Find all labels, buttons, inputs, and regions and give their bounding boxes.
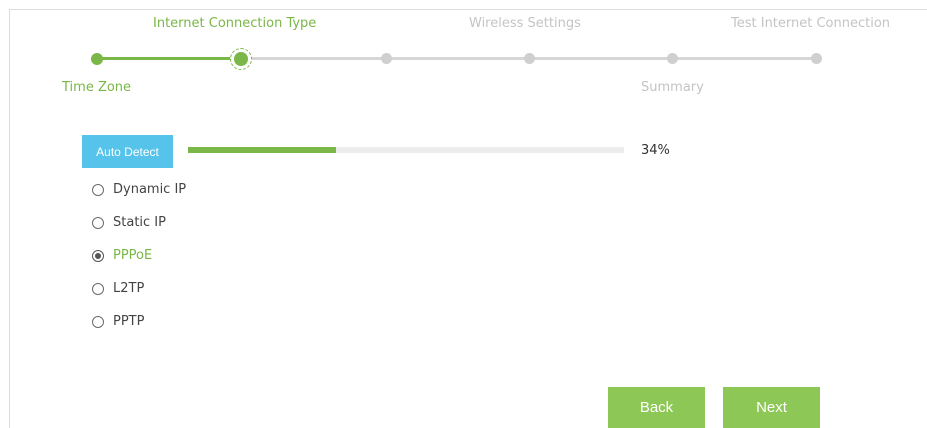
option-label: PPTP [113,314,145,329]
step-label-wireless-settings: Wireless Settings [469,16,581,31]
option-label: Dynamic IP [113,182,187,197]
step-label-time-zone: Time Zone [62,80,132,95]
back-button[interactable]: Back [608,387,705,428]
option-static-ip[interactable]: Static IP [92,215,166,230]
detect-progress-fill [188,147,337,153]
next-button[interactable]: Next [723,387,820,428]
step-dot-summary [667,53,678,64]
option-label: PPPoE [113,248,153,263]
step-dot-test-internet-connection [811,53,822,64]
option-label: L2TP [113,281,145,296]
option-pptp[interactable]: PPTP [92,314,144,329]
radio-button[interactable] [92,282,104,295]
option-pppoe[interactable]: PPPoE [92,248,152,263]
step-label-internet-connection-type: Internet Connection Type [153,16,317,31]
option-l2tp[interactable]: L2TP [92,281,144,296]
step-dot-internet-connection-type [230,48,252,70]
step-label-test-internet-connection: Test Internet Connection [731,16,891,31]
stepper-line-completed [97,57,241,60]
radio-button[interactable] [92,216,104,229]
step-dot-3 [381,53,392,64]
detect-progress-text: 34% [641,143,670,158]
radio-button[interactable] [92,315,104,328]
option-label: Static IP [113,215,166,230]
detect-progress-bar [188,147,624,153]
step-dot-time-zone [91,53,103,65]
step-label-summary: Summary [641,80,704,95]
option-dynamic-ip[interactable]: Dynamic IP [92,182,186,197]
step-dot-wireless-settings [524,53,535,64]
radio-button-selected[interactable] [92,249,104,262]
radio-button[interactable] [92,183,104,196]
auto-detect-button[interactable]: Auto Detect [82,135,173,168]
